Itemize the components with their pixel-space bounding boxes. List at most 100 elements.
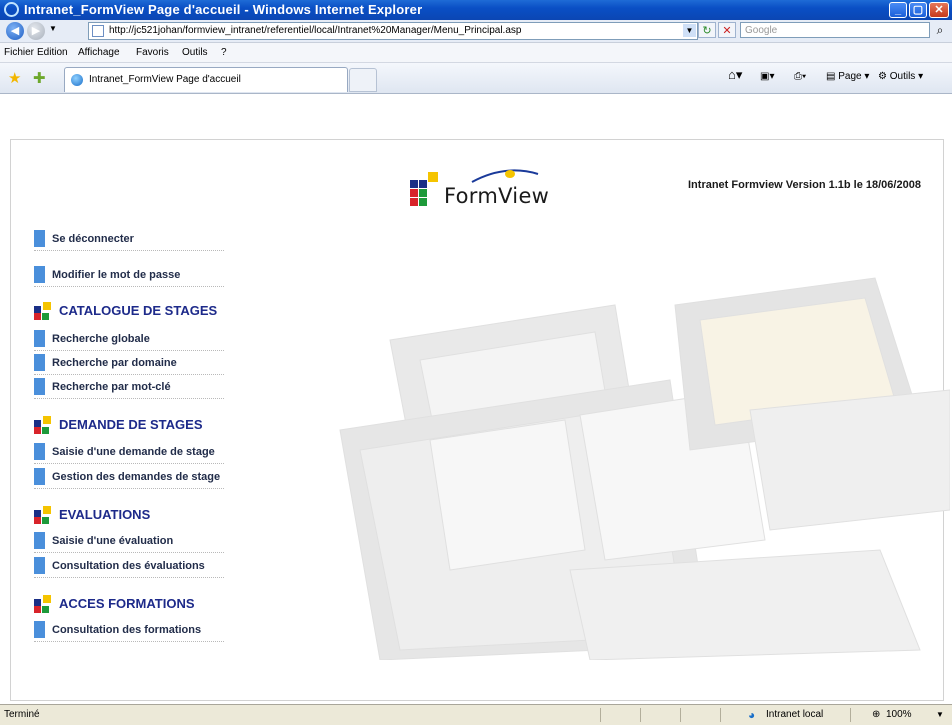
logout-link[interactable]: Se déconnecter [34, 230, 224, 251]
menu-edition[interactable]: Edition [37, 43, 68, 62]
tools-menu-label: Outils [889, 71, 916, 82]
tab-label: Intranet_FormView Page d'accueil [89, 74, 241, 85]
menu-affichage[interactable]: Affichage [78, 43, 120, 62]
status-divider [640, 708, 641, 722]
zoom-icon[interactable]: ⊕ [872, 705, 880, 725]
link-bullet [34, 443, 45, 460]
back-button[interactable]: ◀ [6, 22, 24, 40]
address-row: ◀ ▶ ▼ http://jc521johan/formview_intrane… [0, 20, 952, 43]
menu-fichier[interactable]: Fichier [4, 43, 34, 62]
logo-square-blue [410, 180, 418, 188]
link-bullet [34, 532, 45, 549]
menu-outils[interactable]: Outils [182, 43, 208, 62]
section-logo-icon [34, 416, 52, 434]
link-label[interactable]: Recherche globale [52, 333, 150, 345]
section-logo-icon [34, 506, 52, 524]
logo-square-red [410, 189, 418, 197]
zoom-dropdown-icon[interactable]: ▼ [936, 705, 944, 725]
link-recherche-globale[interactable]: Recherche globale [34, 330, 224, 351]
tools-menu[interactable]: ⚙ Outils ▾ [878, 70, 923, 84]
section-title: ACCES FORMATIONS [59, 596, 195, 611]
tab-favicon-icon [71, 74, 83, 86]
address-url[interactable]: http://jc521johan/formview_intranet/refe… [109, 23, 521, 39]
link-bullet [34, 378, 45, 395]
ie-logo-icon [4, 2, 19, 17]
link-bullet [34, 330, 45, 347]
link-consultation-evaluations[interactable]: Consultation des évaluations [34, 557, 224, 578]
history-dropdown-icon[interactable]: ▼ [49, 24, 57, 33]
close-button[interactable]: ✕ [929, 2, 949, 18]
new-tab-button[interactable] [349, 68, 377, 92]
change-password-label[interactable]: Modifier le mot de passe [52, 269, 180, 281]
section-logo-icon [34, 302, 52, 320]
intranet-zone-icon: ◕ [748, 708, 756, 722]
home-icon[interactable]: ⌂▾ [728, 68, 742, 82]
section-title: DEMANDE DE STAGES [59, 417, 203, 432]
zoom-level[interactable]: 100% [886, 705, 912, 725]
link-bullet [34, 266, 45, 283]
refresh-button[interactable]: ↻ [698, 22, 716, 38]
print-icon[interactable]: ⎙▾ [794, 70, 806, 84]
section-title: CATALOGUE DE STAGES [59, 303, 218, 318]
link-saisie-demande[interactable]: Saisie d'une demande de stage [34, 443, 224, 464]
link-consultation-formations[interactable]: Consultation des formations [34, 621, 224, 642]
window-title: Intranet_FormView Page d'accueil - Windo… [24, 2, 423, 17]
address-dropdown-icon[interactable]: ▼ [683, 24, 696, 37]
page-menu-label: Page [838, 71, 862, 82]
link-label[interactable]: Consultation des formations [52, 624, 201, 636]
tab-home[interactable]: Intranet_FormView Page d'accueil [64, 67, 348, 92]
page-menu[interactable]: ▤ Page ▾ [826, 70, 869, 84]
logo-square-green [419, 189, 427, 197]
search-placeholder: Google [745, 25, 778, 36]
section-title: EVALUATIONS [59, 507, 151, 522]
status-divider [720, 708, 721, 722]
title-bar: Intranet_FormView Page d'accueil - Windo… [0, 0, 952, 20]
logo-swoosh-icon [471, 169, 539, 183]
link-label[interactable]: Saisie d'une demande de stage [52, 446, 215, 458]
logout-label[interactable]: Se déconnecter [52, 233, 134, 245]
status-bar: Terminé ◕ Intranet local ⊕ 100% ▼ [0, 704, 952, 725]
maximize-button[interactable]: ▢ [909, 2, 927, 18]
minimize-button[interactable]: _ [889, 2, 907, 18]
forward-button[interactable]: ▶ [27, 22, 45, 40]
feeds-icon[interactable]: ▣▾ [760, 70, 774, 84]
status-divider [600, 708, 601, 722]
logo-square-green-2 [419, 198, 427, 206]
link-bullet [34, 354, 45, 371]
status-text: Terminé [4, 709, 40, 720]
stop-button[interactable]: ✕ [718, 22, 736, 38]
link-gestion-demandes[interactable]: Gestion des demandes de stage [34, 468, 224, 489]
tab-row: ★ ✚ Intranet_FormView Page d'accueil ⌂▾ … [0, 63, 952, 94]
link-recherche-mot-cle[interactable]: Recherche par mot-clé [34, 378, 224, 399]
section-logo-icon [34, 595, 52, 613]
logo-square-blue-2 [419, 180, 427, 188]
link-label[interactable]: Saisie d'une évaluation [52, 535, 173, 547]
version-text: Intranet Formview Version 1.1b le 18/06/… [688, 179, 921, 191]
logo-square-yellow [428, 172, 438, 182]
menu-help[interactable]: ? [221, 43, 227, 62]
favorites-star-icon[interactable]: ★ [8, 69, 21, 87]
link-recherche-domaine[interactable]: Recherche par domaine [34, 354, 224, 375]
link-label[interactable]: Consultation des évaluations [52, 560, 205, 572]
link-bullet [34, 468, 45, 485]
logo-square-red-2 [410, 198, 418, 206]
address-field[interactable]: http://jc521johan/formview_intranet/refe… [88, 22, 698, 40]
menu-favoris[interactable]: Favoris [136, 43, 169, 62]
link-bullet [34, 557, 45, 574]
link-bullet [34, 230, 45, 247]
page-icon [92, 25, 104, 37]
status-divider [850, 708, 851, 722]
logo-text: FormView [444, 184, 550, 208]
link-bullet [34, 621, 45, 638]
status-divider [680, 708, 681, 722]
menu-bar: Fichier Edition Affichage Favoris Outils… [0, 43, 952, 63]
link-label[interactable]: Recherche par domaine [52, 357, 177, 369]
search-icon[interactable]: ⌕ [932, 22, 948, 38]
zone-text: Intranet local [766, 709, 824, 720]
add-favorite-icon[interactable]: ✚ [33, 69, 46, 87]
change-password-link[interactable]: Modifier le mot de passe [34, 266, 224, 287]
search-input[interactable]: Google [740, 22, 930, 38]
link-label[interactable]: Gestion des demandes de stage [52, 471, 220, 483]
link-label[interactable]: Recherche par mot-clé [52, 381, 171, 393]
link-saisie-evaluation[interactable]: Saisie d'une évaluation [34, 532, 224, 553]
